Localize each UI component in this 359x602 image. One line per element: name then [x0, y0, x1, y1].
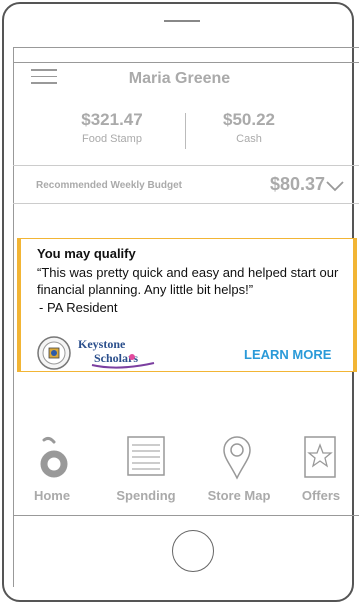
nav-spending-label[interactable]: Spending	[114, 488, 178, 503]
status-bar-bottom-line	[13, 62, 359, 63]
cash-amount: $50.22	[223, 110, 275, 129]
chevron-down-icon[interactable]	[325, 180, 345, 192]
cash-balance: $50.22 Cash	[189, 110, 309, 145]
phone-home-button[interactable]	[172, 530, 214, 572]
map-pin-icon	[223, 436, 251, 480]
food-stamp-amount: $321.47	[81, 110, 143, 129]
nav-offers[interactable]	[304, 436, 336, 483]
phone-speaker	[164, 20, 200, 22]
learn-more-link[interactable]: LEARN MORE	[244, 347, 331, 362]
status-bar-top-line	[13, 47, 359, 48]
banner-quote: “This was pretty quick and easy and help…	[37, 265, 339, 297]
spending-icon	[127, 436, 165, 476]
divider	[13, 203, 359, 204]
nav-store-map[interactable]	[222, 436, 252, 485]
balance-divider	[185, 113, 186, 149]
nav-spending[interactable]	[127, 436, 165, 481]
user-name: Maria Greene	[128, 70, 231, 87]
budget-amount: $80.37	[270, 174, 326, 194]
banner-author: - PA Resident	[39, 300, 118, 315]
banner-title: You may qualify	[37, 246, 136, 261]
state-seal-logo	[37, 336, 71, 370]
logo-word-keystone: Keystone	[78, 337, 126, 351]
divider	[13, 165, 359, 166]
keystone-scholars-logo: Keystone Scholars	[78, 337, 155, 369]
screen-left-edge	[13, 47, 14, 587]
cash-label: Cash	[236, 133, 262, 145]
star-icon	[304, 436, 336, 478]
budget-label: Recommended Weekly Budget	[36, 180, 182, 191]
food-stamp-label: Food Stamp	[82, 133, 142, 145]
nav-home-label[interactable]: Home	[32, 488, 72, 503]
food-stamp-balance: $321.47 Food Stamp	[52, 110, 172, 145]
home-icon	[40, 436, 68, 478]
nav-store-map-label[interactable]: Store Map	[202, 488, 276, 503]
nav-offers-label[interactable]: Offers	[296, 488, 346, 503]
screen-bottom-edge	[13, 515, 359, 516]
nav-home[interactable]	[38, 436, 70, 483]
